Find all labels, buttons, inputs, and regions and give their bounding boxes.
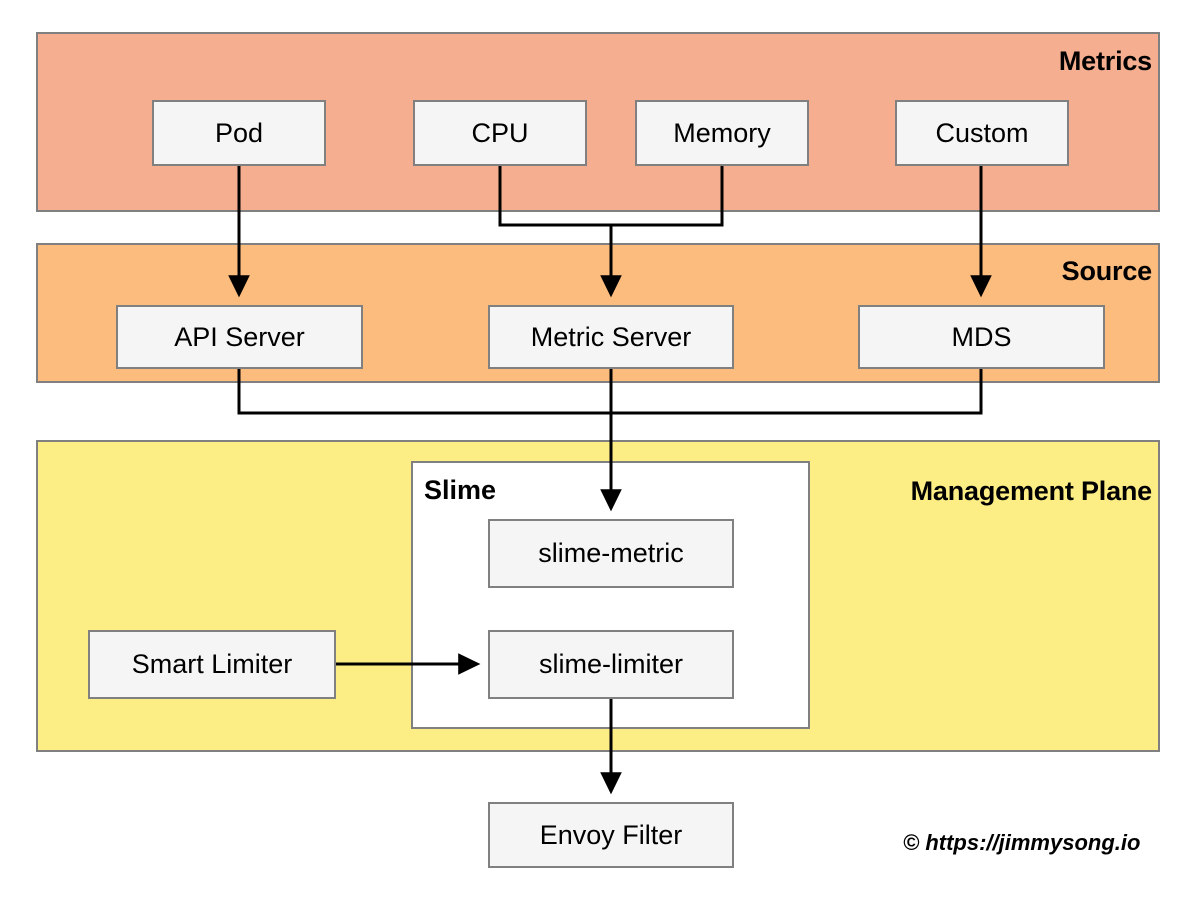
band-management-plane-label: Management Plane — [910, 476, 1153, 506]
band-metrics-label: Metrics — [1058, 46, 1152, 76]
subgroup-slime-label: Slime — [424, 475, 497, 505]
node-api-server[interactable]: API Server — [116, 305, 363, 369]
credit-text: © https://jimmysong.io — [903, 830, 1141, 855]
node-smart-limiter[interactable]: Smart Limiter — [88, 630, 336, 699]
node-cpu[interactable]: CPU — [413, 100, 587, 166]
band-source-label: Source — [1061, 256, 1153, 286]
node-memory[interactable]: Memory — [635, 100, 809, 166]
node-pod[interactable]: Pod — [152, 100, 326, 166]
node-mds[interactable]: MDS — [858, 305, 1105, 369]
node-envoy-filter[interactable]: Envoy Filter — [488, 802, 734, 868]
node-slime-metric[interactable]: slime-metric — [488, 519, 734, 588]
node-slime-limiter[interactable]: slime-limiter — [488, 630, 734, 699]
node-metric-server[interactable]: Metric Server — [488, 305, 734, 369]
diagram-canvas: Metrics Pod CPU Memory Custom Source API… — [0, 0, 1196, 898]
node-custom[interactable]: Custom — [895, 100, 1069, 166]
